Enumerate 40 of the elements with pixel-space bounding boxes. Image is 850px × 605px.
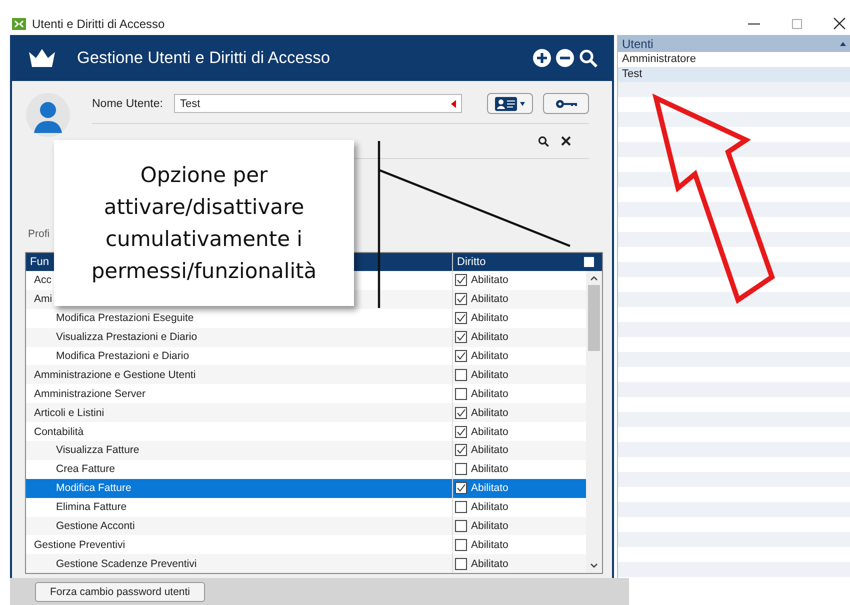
function-name: Visualizza Prestazioni e Diario	[55, 331, 198, 344]
right-label: Abilitato	[471, 558, 508, 570]
right-label: Abilitato	[471, 538, 508, 551]
right-label: Abilitato	[471, 501, 508, 514]
panel-title: Utenti	[622, 36, 654, 50]
function-name: Ami	[33, 293, 54, 306]
function-name: Visualizza Fatture	[55, 444, 140, 456]
function-name: Articoli e Listini	[33, 406, 106, 419]
callout-tooltip: Opzione per attivare/disattivare cumulativamente i permessi/funzionalità	[54, 140, 354, 306]
right-label: Abilitato	[471, 331, 508, 344]
function-name: Contabilità	[33, 426, 85, 438]
right-label: Abilitato	[471, 426, 508, 438]
section-label: Profi	[28, 228, 50, 240]
function-name: Acc	[33, 274, 53, 286]
column-header: Fun	[29, 256, 50, 268]
function-name: Gestione Scadenze Preventivi	[55, 558, 198, 570]
function-name: Gestione Acconti	[55, 520, 136, 532]
header-title: Gestione Utenti e Diritti di Accesso	[77, 48, 330, 68]
right-label: Abilitato	[471, 388, 508, 400]
function-name: Amministrazione e Gestione Utenti	[33, 368, 197, 381]
right-label: Abilitato	[471, 406, 508, 419]
right-label: Abilitato	[471, 350, 508, 362]
field-label: Nome Utente:	[92, 98, 164, 110]
right-label: Abilitato	[471, 293, 508, 306]
function-name: Gestione Preventivi	[33, 538, 126, 551]
right-label: Abilitato	[471, 444, 508, 456]
right-label: Abilitato	[471, 482, 508, 494]
right-label: Abilitato	[471, 312, 508, 324]
right-label: Abilitato	[471, 274, 508, 286]
right-label: Abilitato	[471, 463, 508, 476]
column-header: Diritto	[457, 256, 486, 268]
function-name: Modifica Prestazioni Eseguite	[55, 312, 195, 324]
function-name: Crea Fatture	[55, 463, 116, 476]
right-label: Abilitato	[471, 368, 508, 381]
right-label: Abilitato	[471, 520, 508, 532]
function-name: Elimina Fatture	[55, 501, 128, 514]
function-name: Modifica Prestazioni e Diario	[55, 350, 190, 362]
function-name: Modifica Fatture	[55, 482, 132, 494]
function-name: Amministrazione Server	[33, 388, 146, 400]
window-title: Utenti e Diritti di Accesso	[32, 16, 165, 30]
